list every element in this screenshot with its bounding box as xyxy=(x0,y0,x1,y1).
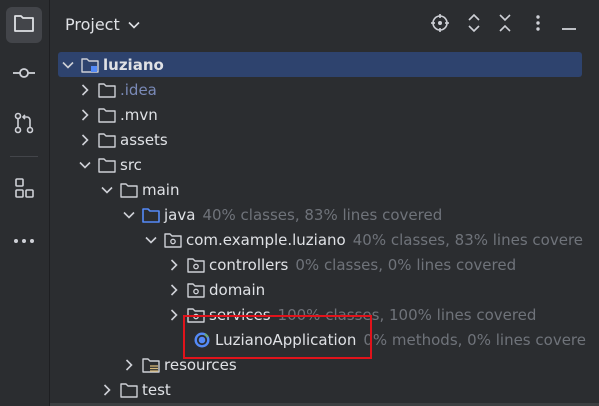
project-tree: luziano .idea .mvn assets src main java … xyxy=(50,51,599,406)
folder-icon xyxy=(98,82,116,98)
options-icon xyxy=(535,14,541,36)
coverage-info: 0% methods, 0% lines covere xyxy=(363,330,586,349)
coverage-info: 100% classes, 100% lines covered xyxy=(277,305,537,324)
hide-icon xyxy=(561,16,577,35)
coverage-info: 0% classes, 0% lines covered xyxy=(295,255,517,274)
folder-icon xyxy=(13,13,35,37)
chevron-right-icon[interactable] xyxy=(99,382,115,398)
chevron-right-icon[interactable] xyxy=(77,107,93,123)
panel-title: Project xyxy=(65,15,120,34)
more-tool-windows-button[interactable] xyxy=(6,221,42,257)
spring-boot-class-icon xyxy=(193,332,211,348)
resources-folder-icon xyxy=(142,357,160,373)
tree-item-label: LuzianoApplication xyxy=(215,330,357,349)
locate-icon xyxy=(430,13,450,37)
tree-item-label: resources xyxy=(164,355,237,374)
tool-window-bar xyxy=(0,0,50,406)
tree-item-label: .idea xyxy=(120,80,157,99)
tree-item-src[interactable]: src xyxy=(77,152,142,177)
structure-tool-button[interactable] xyxy=(6,172,42,208)
chevron-down-icon[interactable] xyxy=(121,207,137,223)
tree-item-assets[interactable]: assets xyxy=(77,127,168,152)
chevron-right-icon[interactable] xyxy=(166,257,182,273)
expand-all-icon xyxy=(467,13,481,37)
panel-header: Project xyxy=(50,0,599,50)
tree-item-mvn[interactable]: .mvn xyxy=(77,102,158,127)
tree-item-label: services xyxy=(209,305,271,324)
project-tool-window: Project luziano .idea .mvn assets src ma… xyxy=(0,0,599,406)
expand-all-button[interactable] xyxy=(462,13,486,37)
tree-item-label: controllers xyxy=(209,255,289,274)
chevron-right-icon[interactable] xyxy=(166,307,182,323)
tree-item-package[interactable]: com.example.luziano 40% classes, 83% lin… xyxy=(143,227,583,252)
chevron-down-icon[interactable] xyxy=(143,232,159,248)
coverage-info: 40% classes, 83% lines covere xyxy=(352,230,584,249)
project-tool-button[interactable] xyxy=(6,7,42,43)
structure-icon xyxy=(13,177,35,203)
tree-item-root[interactable]: luziano xyxy=(58,52,582,77)
hide-button[interactable] xyxy=(557,13,581,37)
tree-item-controllers[interactable]: controllers 0% classes, 0% lines covered xyxy=(166,252,516,277)
tree-item-test[interactable]: test xyxy=(99,377,171,402)
tree-item-java[interactable]: java 40% classes, 83% lines covered xyxy=(121,202,442,227)
tree-item-label: domain xyxy=(209,280,266,299)
pull-requests-tool-button[interactable] xyxy=(6,107,42,143)
commit-tool-button[interactable] xyxy=(6,57,42,93)
tree-item-domain[interactable]: domain xyxy=(166,277,265,302)
tree-item-idea[interactable]: .idea xyxy=(77,77,157,102)
source-root-folder-icon xyxy=(142,207,160,223)
tree-item-label: main xyxy=(142,180,180,199)
options-button[interactable] xyxy=(526,13,550,37)
folder-icon xyxy=(98,132,116,148)
coverage-info: 40% classes, 83% lines covered xyxy=(202,205,443,224)
folder-icon xyxy=(98,157,116,173)
more-icon xyxy=(13,230,35,249)
tool-bar-separator xyxy=(10,156,38,157)
chevron-right-icon[interactable] xyxy=(77,82,93,98)
package-icon xyxy=(187,257,205,273)
chevron-down-icon[interactable] xyxy=(99,182,115,198)
chevron-down-icon[interactable] xyxy=(77,157,93,173)
tree-item-label: java xyxy=(164,205,196,224)
tree-item-luziano-application[interactable]: LuzianoApplication 0% methods, 0% lines … xyxy=(193,327,586,352)
tree-item-label: .mvn xyxy=(120,105,158,124)
collapse-all-icon xyxy=(498,13,512,37)
package-icon xyxy=(187,282,205,298)
folder-icon xyxy=(120,182,138,198)
tree-item-label: src xyxy=(120,155,142,174)
chevron-right-icon[interactable] xyxy=(77,132,93,148)
chevron-down-icon xyxy=(128,21,140,29)
chevron-right-icon[interactable] xyxy=(166,282,182,298)
package-icon xyxy=(187,307,205,323)
tree-item-services[interactable]: services 100% classes, 100% lines covere… xyxy=(166,302,536,327)
tree-item-label: luziano xyxy=(103,55,164,74)
tree-item-main[interactable]: main xyxy=(99,177,179,202)
package-icon xyxy=(164,232,182,248)
tree-item-resources[interactable]: resources xyxy=(121,352,237,377)
tree-item-label: assets xyxy=(120,130,168,149)
module-folder-icon xyxy=(81,57,99,73)
locate-button[interactable] xyxy=(428,13,452,37)
chevron-down-icon[interactable] xyxy=(60,57,76,73)
folder-icon xyxy=(98,107,116,123)
commit-icon xyxy=(12,63,36,87)
tree-item-label: com.example.luziano xyxy=(186,230,346,249)
project-view-selector[interactable]: Project xyxy=(65,15,140,34)
pull-requests-icon xyxy=(13,112,35,138)
chevron-right-icon[interactable] xyxy=(121,357,137,373)
folder-icon xyxy=(120,382,138,398)
tree-item-label: test xyxy=(142,380,171,399)
collapse-all-button[interactable] xyxy=(493,13,517,37)
